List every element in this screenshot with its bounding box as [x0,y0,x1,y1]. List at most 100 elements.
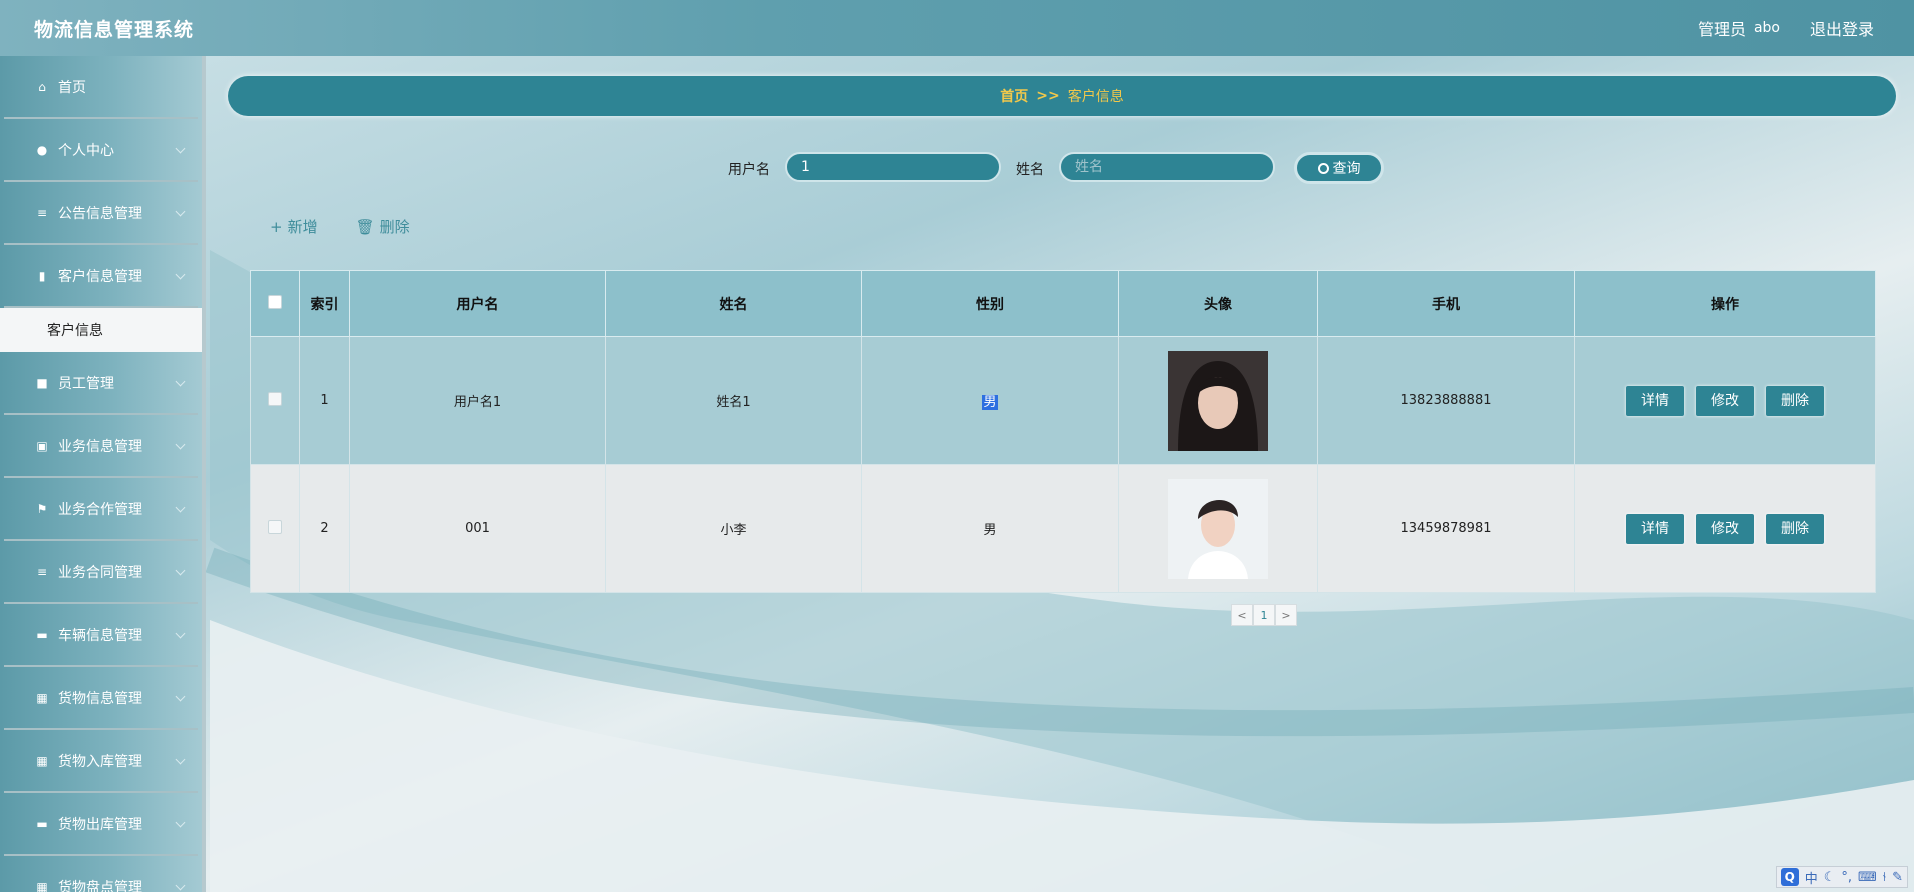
cell-index: 1 [299,336,350,465]
col-avatar: 头像 [1118,270,1318,337]
sidebar-item-contracts[interactable]: ≡ 业务合同管理 [4,541,198,604]
sidebar-item-label: 货物出库管理 [58,816,142,833]
sidebar-item-customers[interactable]: ▮ 客户信息管理 [4,245,198,308]
sidebar-item-label: 车辆信息管理 [58,627,142,644]
sidebar-item-goods-out[interactable]: ▬ 货物出库管理 [4,793,198,856]
sidebar-item-cooperation[interactable]: ⚑ 业务合作管理 [4,478,198,541]
username-label: abo [1753,20,1780,36]
row-select-cell [250,464,300,593]
app-title: 物流信息管理系统 [34,18,195,41]
punctuation-icon[interactable]: °, [1841,870,1852,885]
sidebar-item-home[interactable]: ⌂ 首页 [4,56,198,119]
chevron-down-icon [175,206,186,217]
flag-icon: ⚑ [36,501,48,516]
sidebar-item-label: 首页 [58,79,86,96]
sidebar-item-goods[interactable]: ▦ 货物信息管理 [4,667,198,730]
breadcrumb-separator: >> [1036,88,1060,104]
prev-page-button[interactable]: < [1231,604,1253,626]
select-all-cell [250,270,300,337]
sidebar-item-label: 公告信息管理 [58,205,142,222]
cell-name: 小李 [605,464,862,593]
select-all-checkbox[interactable] [268,294,282,309]
briefcase-icon: ■ [36,375,48,390]
chevron-down-icon [175,143,186,154]
col-index: 索引 [299,270,350,337]
detail-button[interactable]: 详情 [1626,513,1684,544]
top-bar: 物流信息管理系统 管理员 abo 退出登录 [0,0,1914,56]
edit-button[interactable]: 修改 [1696,385,1754,416]
sidebar-item-label: 货物入库管理 [58,753,142,770]
row-delete-button[interactable]: 删除 [1766,385,1824,416]
cell-actions: 详情 修改 删除 [1574,336,1876,465]
chevron-down-icon [175,754,186,765]
breadcrumb-home[interactable]: 首页 [1000,86,1028,106]
ime-toolbar: Q 中 ☾ °, ⌨ ⫮ ✎ [1775,866,1908,888]
chevron-down-icon [175,691,186,702]
sidebar-item-business-info[interactable]: ▣ 业务信息管理 [4,415,198,478]
avatar [1168,350,1268,451]
chevron-down-icon [175,817,186,828]
cell-actions: 详情 修改 删除 [1574,464,1876,593]
wrench-icon[interactable]: ✎ [1892,870,1903,885]
sidebar-item-label: 业务信息管理 [58,438,142,455]
row-checkbox[interactable] [268,391,282,406]
cell-phone: 13459878981 [1317,464,1575,593]
delete-button[interactable]: 🗑 删除 [356,216,410,237]
cell-avatar [1118,464,1318,593]
trash-icon: 🗑 [355,217,375,236]
sidebar-item-inventory[interactable]: ▦ 货物盘点管理 [4,856,198,892]
cell-gender: 男 [861,464,1119,593]
list-icon: ≡ [36,205,48,220]
split-icon[interactable]: ⫮ [1883,870,1886,885]
col-phone: 手机 [1317,270,1575,337]
grid-icon: ▦ [36,753,48,768]
col-username: 用户名 [349,270,606,337]
col-name: 姓名 [605,270,862,337]
chevron-down-icon [175,880,186,891]
monitor-icon: ▬ [36,627,48,642]
sidebar-item-label: 业务合同管理 [58,564,142,581]
table-header-row: 索引 用户名 姓名 性别 头像 手机 操作 [250,270,1876,337]
sidebar: ⌂ 首页 ● 个人中心 ≡ 公告信息管理 ▮ 客户信息管理 客户信息 ■ 员工管… [0,56,206,892]
grid-icon: ▦ [36,879,48,892]
search-button[interactable]: 查询 [1294,152,1384,184]
pagination: < 1 > [1231,604,1297,626]
edit-button[interactable]: 修改 [1696,513,1754,544]
add-button[interactable]: + 新增 [270,216,318,237]
sidebar-item-personal-center[interactable]: ● 个人中心 [4,119,198,182]
search-icon [1317,162,1329,174]
list-icon: ≡ [36,564,48,579]
username-search-input[interactable]: 1 [785,152,1001,182]
moon-icon[interactable]: ☾ [1824,870,1836,885]
chevron-down-icon [175,376,186,387]
avatar [1168,478,1268,579]
sidebar-subitem-customer-info[interactable]: 客户信息 [0,308,202,352]
cell-phone: 13823888881 [1317,336,1575,465]
name-search-input[interactable]: 姓名 [1059,152,1275,182]
detail-button[interactable]: 详情 [1626,385,1684,416]
table-row: 2 001 小李 男 13459878981 详情 修改 删除 [250,464,1876,593]
chevron-down-icon [175,502,186,513]
page-number[interactable]: 1 [1253,604,1275,626]
cell-gender: 男 [861,336,1119,465]
delete-button-label: 删除 [379,218,410,236]
chevron-down-icon [175,439,186,450]
cell-avatar [1118,336,1318,465]
keyboard-icon[interactable]: ⌨ [1858,870,1877,885]
row-delete-button[interactable]: 删除 [1766,513,1824,544]
sidebar-item-announcements[interactable]: ≡ 公告信息管理 [4,182,198,245]
sidebar-item-vehicles[interactable]: ▬ 车辆信息管理 [4,604,198,667]
add-button-label: 新增 [287,218,318,236]
sidebar-item-label: 个人中心 [58,142,114,159]
ime-logo-icon[interactable]: Q [1780,868,1799,886]
next-page-button[interactable]: > [1275,604,1297,626]
main-content: 首页 >> 客户信息 用户名 1 姓名 姓名 查询 + 新增 🗑 删除 索引 用… [210,56,1914,892]
sidebar-item-goods-in[interactable]: ▦ 货物入库管理 [4,730,198,793]
toolbar: + 新增 🗑 删除 [270,216,410,237]
cell-username: 用户名1 [349,336,606,465]
logout-link[interactable]: 退出登录 [1810,16,1874,40]
sidebar-item-staff[interactable]: ■ 员工管理 [4,352,198,415]
row-checkbox[interactable] [268,519,282,534]
ime-mode[interactable]: 中 [1805,868,1818,887]
cell-username: 001 [349,464,606,593]
